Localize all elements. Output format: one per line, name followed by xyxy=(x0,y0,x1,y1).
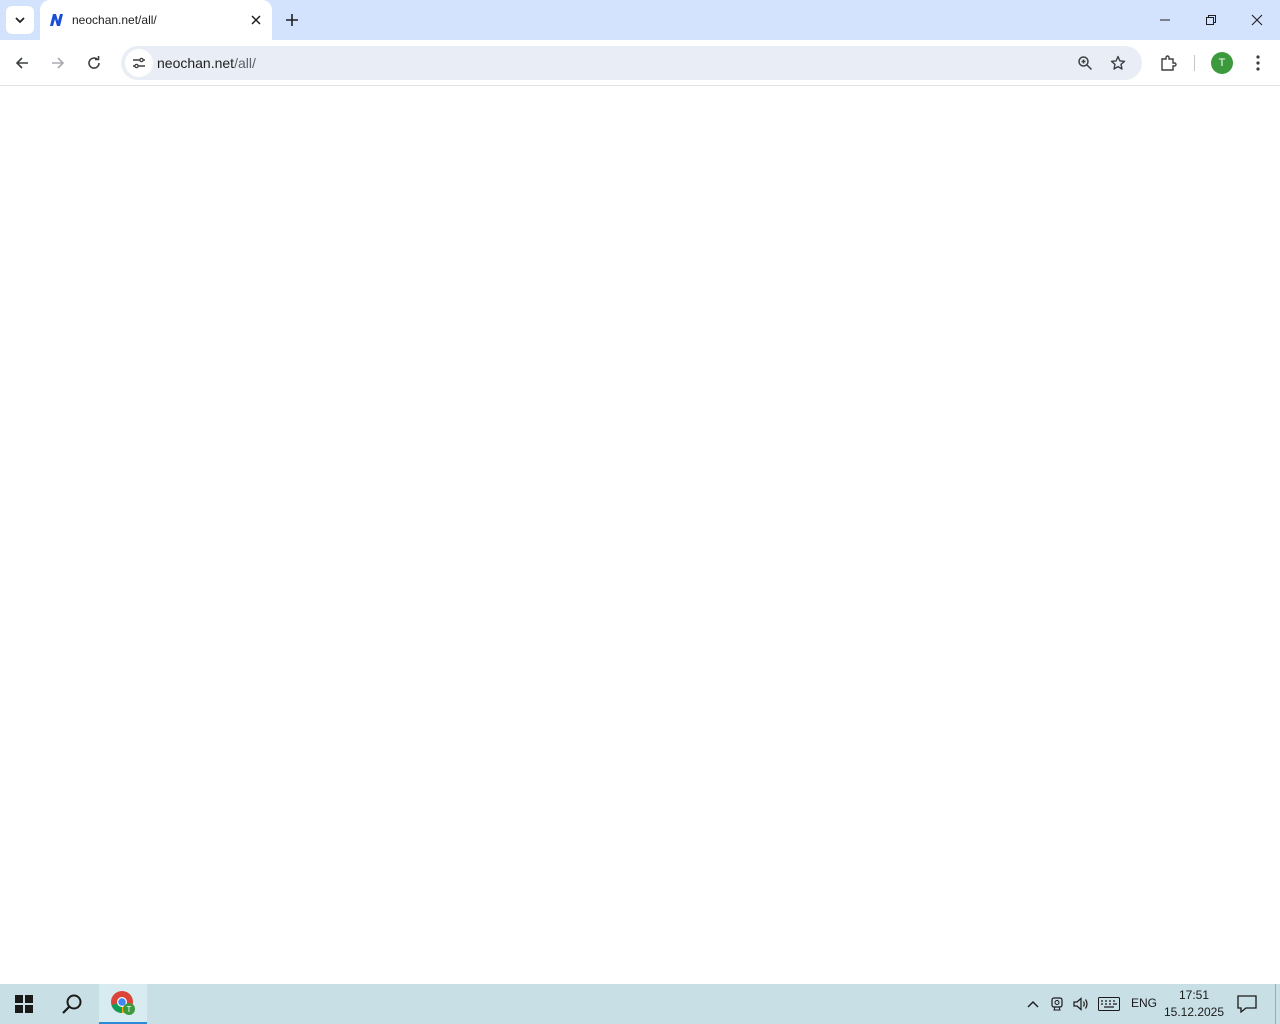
search-icon xyxy=(62,994,82,1014)
url-path: /all/ xyxy=(234,55,256,71)
input-language[interactable]: ENG xyxy=(1131,996,1157,1010)
arrow-left-icon xyxy=(15,57,28,69)
more-vert-icon xyxy=(1256,55,1260,71)
restore-button[interactable] xyxy=(1188,0,1234,40)
windows-logo-icon xyxy=(15,995,33,1013)
new-tab-button[interactable] xyxy=(280,8,304,32)
search-button[interactable] xyxy=(48,984,96,1024)
page-content xyxy=(0,87,1280,984)
tab-strip: neochan.net/all/ xyxy=(0,0,1280,40)
toolbar-divider xyxy=(1194,55,1195,71)
clock[interactable]: 17:51 15.12.2025 xyxy=(1160,987,1228,1021)
reload-button[interactable] xyxy=(78,47,110,79)
show-hidden-icons-icon[interactable] xyxy=(1023,994,1043,1014)
restore-icon xyxy=(1206,15,1216,25)
chrome-icon: T xyxy=(111,991,135,1015)
svg-text:T: T xyxy=(127,1005,132,1014)
address-bar[interactable]: neochan.net/all/ xyxy=(121,46,1142,80)
tab-search-button[interactable] xyxy=(6,6,34,34)
close-tab-icon[interactable] xyxy=(246,10,266,30)
show-desktop-button[interactable] xyxy=(1275,984,1280,1024)
site-info-button[interactable] xyxy=(125,49,153,77)
browser-toolbar: neochan.net/all/ T xyxy=(0,40,1280,86)
extensions-button[interactable] xyxy=(1152,47,1184,79)
url-text[interactable]: neochan.net/all/ xyxy=(157,55,256,71)
reload-icon xyxy=(88,56,100,69)
close-icon xyxy=(1251,14,1263,26)
active-tab[interactable]: neochan.net/all/ xyxy=(40,0,272,40)
webcam-icon[interactable] xyxy=(1047,994,1067,1014)
url-host: neochan.net xyxy=(157,55,235,71)
taskbar: T ENG 17:51 15.12.2025 xyxy=(0,984,1280,1024)
arrow-right-icon xyxy=(52,57,65,69)
plus-icon xyxy=(286,14,298,26)
back-button[interactable] xyxy=(6,47,38,79)
minimize-button[interactable] xyxy=(1142,0,1188,40)
profile-avatar[interactable]: T xyxy=(1211,52,1233,74)
clock-date: 15.12.2025 xyxy=(1163,1005,1225,1019)
volume-icon[interactable] xyxy=(1071,994,1091,1014)
tune-icon xyxy=(133,57,145,69)
puzzle-icon xyxy=(1161,55,1177,71)
clock-time: 17:51 xyxy=(1178,988,1210,1002)
forward-button[interactable] xyxy=(42,47,74,79)
close-window-button[interactable] xyxy=(1234,0,1280,40)
chrome-taskbar-button[interactable]: T xyxy=(99,984,147,1024)
tab-title: neochan.net/all/ xyxy=(72,13,157,27)
browser-menu-button[interactable] xyxy=(1242,47,1274,79)
keyboard-icon[interactable] xyxy=(1097,994,1121,1014)
minimize-icon xyxy=(1160,19,1170,21)
notifications-icon[interactable] xyxy=(1236,993,1258,1015)
zoom-icon[interactable] xyxy=(1073,51,1097,75)
start-button[interactable] xyxy=(0,984,48,1024)
bookmark-star-icon[interactable] xyxy=(1106,51,1130,75)
chevron-down-icon xyxy=(15,17,25,24)
neochan-favicon-icon xyxy=(48,12,64,28)
